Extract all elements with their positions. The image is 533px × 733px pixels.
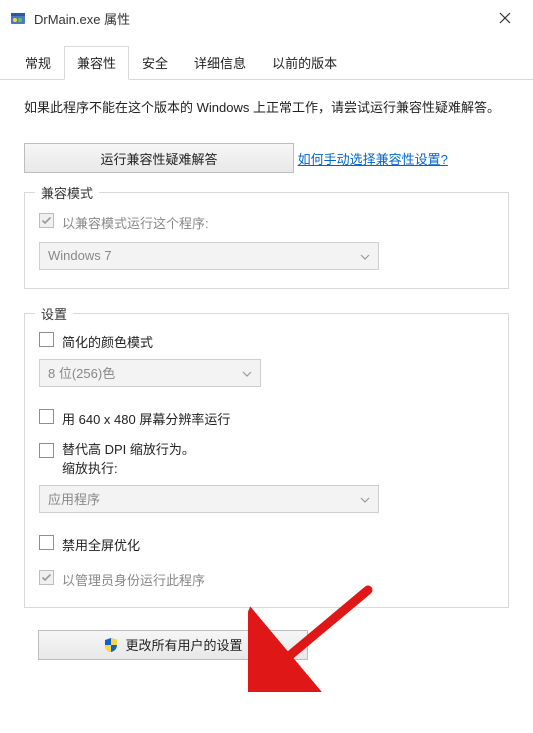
compat-mode-checkbox-label: 以兼容模式运行这个程序: (62, 213, 209, 232)
tab-compatibility[interactable]: 兼容性 (64, 46, 129, 80)
change-all-users-button[interactable]: 更改所有用户的设置 (38, 630, 308, 660)
compat-mode-checkbox[interactable] (39, 213, 54, 228)
run-troubleshooter-label: 运行兼容性疑难解答 (100, 149, 217, 168)
disable-fullscreen-checkbox[interactable] (39, 535, 54, 550)
chevron-down-icon (360, 491, 370, 506)
settings-legend: 设置 (35, 304, 73, 323)
dpi-override-label-line2: 缩放执行: (62, 461, 118, 476)
tab-previous-versions[interactable]: 以前的版本 (259, 46, 350, 80)
check-icon (41, 572, 52, 583)
compat-mode-dropdown[interactable]: Windows 7 (39, 242, 379, 270)
change-all-users-label: 更改所有用户的设置 (125, 635, 242, 654)
tab-details[interactable]: 详细信息 (181, 46, 259, 80)
dpi-override-label: 替代高 DPI 缩放行为。 缩放执行: (62, 440, 195, 479)
compat-mode-dropdown-value: Windows 7 (48, 248, 112, 263)
window-title: DrMain.exe 属性 (34, 9, 130, 28)
dpi-override-dropdown[interactable]: 应用程序 (39, 485, 379, 513)
reduced-color-checkbox[interactable] (39, 332, 54, 347)
compat-mode-legend: 兼容模式 (35, 183, 99, 202)
chevron-down-icon (360, 248, 370, 263)
intro-text: 如果此程序不能在这个版本的 Windows 上正常工作，请尝试运行兼容性疑难解答… (24, 98, 509, 119)
chevron-down-icon (242, 365, 252, 380)
tab-general[interactable]: 常规 (12, 46, 64, 80)
check-icon (41, 215, 52, 226)
dpi-override-checkbox[interactable] (39, 443, 54, 458)
run-troubleshooter-button[interactable]: 运行兼容性疑难解答 (24, 143, 294, 173)
settings-group: 设置 简化的颜色模式 8 位(256)色 用 640 x 480 屏幕分辨率运行… (24, 313, 509, 608)
low-res-label: 用 640 x 480 屏幕分辨率运行 (62, 409, 230, 428)
reduced-color-dropdown[interactable]: 8 位(256)色 (39, 359, 261, 387)
run-as-admin-label: 以管理员身份运行此程序 (62, 570, 205, 589)
dpi-override-dropdown-value: 应用程序 (48, 489, 100, 508)
close-icon (499, 12, 511, 24)
manual-settings-link[interactable]: 如何手动选择兼容性设置? (298, 149, 448, 168)
disable-fullscreen-label: 禁用全屏优化 (62, 535, 140, 554)
run-as-admin-checkbox[interactable] (39, 570, 54, 585)
low-res-checkbox[interactable] (39, 409, 54, 424)
shield-icon (103, 637, 119, 653)
dpi-override-label-line1: 替代高 DPI 缩放行为。 (62, 442, 195, 457)
reduced-color-dropdown-value: 8 位(256)色 (48, 363, 115, 382)
title-bar: DrMain.exe 属性 (0, 0, 533, 36)
tab-content: 如果此程序不能在这个版本的 Windows 上正常工作，请尝试运行兼容性疑难解答… (0, 80, 533, 660)
reduced-color-label: 简化的颜色模式 (62, 332, 153, 351)
tab-strip: 常规 兼容性 安全 详细信息 以前的版本 (0, 36, 533, 80)
close-button[interactable] (487, 4, 523, 32)
compat-mode-group: 兼容模式 以兼容模式运行这个程序: Windows 7 (24, 192, 509, 289)
window-icon (10, 10, 26, 26)
tab-security[interactable]: 安全 (129, 46, 181, 80)
